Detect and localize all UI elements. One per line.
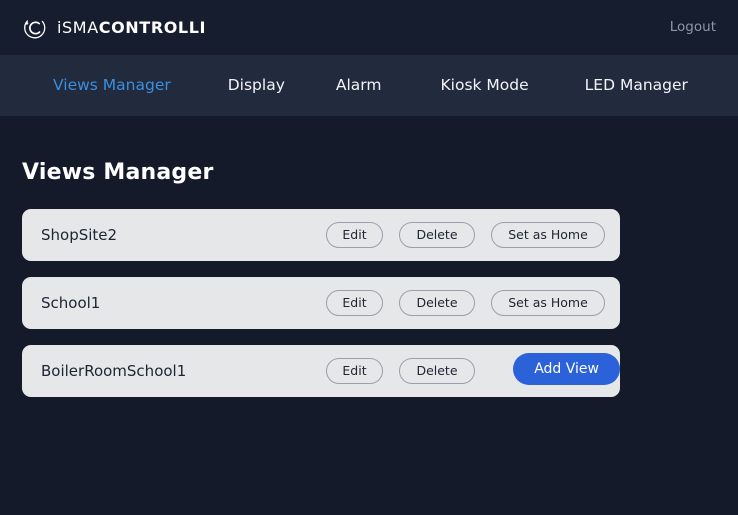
page-title: Views Manager bbox=[22, 160, 214, 185]
view-row-actions: Edit Delete Set as Home bbox=[326, 222, 605, 248]
nav-item-kiosk-mode[interactable]: Kiosk Mode bbox=[440, 77, 528, 94]
delete-button[interactable]: Delete bbox=[399, 290, 475, 316]
view-name: ShopSite2 bbox=[41, 225, 118, 244]
brand-name-bold: CONTROLLI bbox=[98, 17, 207, 37]
set-as-home-button[interactable]: Set as Home bbox=[491, 290, 605, 316]
brand-logo: iSMACONTROLLI bbox=[22, 15, 206, 41]
nav-item-led-manager[interactable]: LED Manager bbox=[585, 77, 688, 94]
app-header: iSMACONTROLLI Logout bbox=[0, 0, 738, 55]
delete-button[interactable]: Delete bbox=[399, 222, 475, 248]
nav-item-alarm[interactable]: Alarm bbox=[336, 77, 382, 94]
brand-name: iSMACONTROLLI bbox=[57, 17, 207, 37]
view-row: ShopSite2 Edit Delete Set as Home bbox=[22, 209, 620, 261]
views-manager-page: iSMACONTROLLI Logout Views Manager Displ… bbox=[0, 0, 738, 515]
edit-button[interactable]: Edit bbox=[326, 222, 383, 248]
view-name: School1 bbox=[41, 293, 101, 312]
nav-item-display[interactable]: Display bbox=[228, 77, 285, 94]
set-as-home-button[interactable]: Set as Home bbox=[491, 222, 605, 248]
view-row: School1 Edit Delete Set as Home bbox=[22, 277, 620, 329]
brand-name-light: iSMA bbox=[57, 17, 99, 37]
add-view-button[interactable]: Add View bbox=[513, 353, 620, 385]
main-navigation: Views Manager Display Alarm Kiosk Mode L… bbox=[0, 55, 738, 116]
view-row-actions: Edit Delete Set as Home bbox=[326, 290, 605, 316]
edit-button[interactable]: Edit bbox=[326, 290, 383, 316]
logout-link[interactable]: Logout bbox=[670, 20, 716, 35]
main-content: Views Manager ShopSite2 Edit Delete Set … bbox=[0, 116, 738, 515]
nav-item-views-manager[interactable]: Views Manager bbox=[53, 77, 171, 94]
footer-actions: Add View bbox=[22, 353, 716, 385]
isma-circle-logo-icon bbox=[24, 19, 46, 38]
